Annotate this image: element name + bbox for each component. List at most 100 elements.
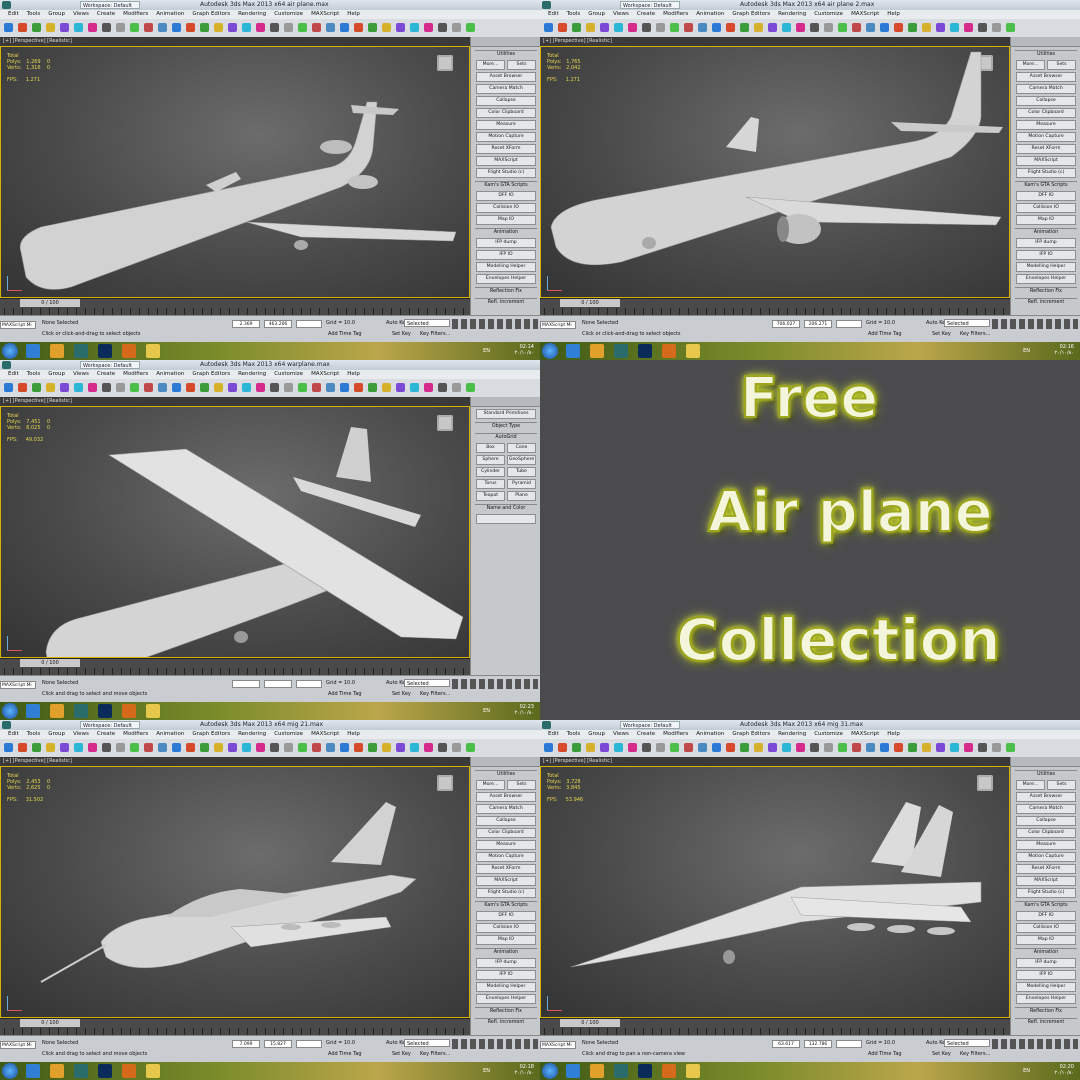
toolbar-icon[interactable] bbox=[466, 743, 475, 752]
toolbar-icon[interactable] bbox=[740, 743, 749, 752]
firefox-icon[interactable] bbox=[662, 1064, 676, 1078]
menu-item[interactable]: Create bbox=[97, 731, 115, 737]
menu-item[interactable]: Modifiers bbox=[663, 731, 688, 737]
toolbar-icon[interactable] bbox=[200, 383, 209, 392]
toolbar-icon[interactable] bbox=[950, 23, 959, 32]
menu-item[interactable]: Rendering bbox=[238, 731, 266, 737]
toolbar-icon[interactable] bbox=[964, 23, 973, 32]
folder-icon[interactable] bbox=[686, 344, 700, 358]
utility-button[interactable]: Reset XForm bbox=[476, 144, 536, 154]
language-indicator[interactable]: EN bbox=[483, 708, 490, 714]
toolbar-icon[interactable] bbox=[838, 23, 847, 32]
helper-button[interactable]: Modelling Helper bbox=[476, 982, 536, 992]
toolbar-icon[interactable] bbox=[270, 383, 279, 392]
folder-icon[interactable] bbox=[686, 1064, 700, 1078]
toolbar-icon[interactable] bbox=[326, 383, 335, 392]
utility-button[interactable]: Flight Studio (c) bbox=[476, 168, 536, 178]
frame-counter[interactable]: 0 / 100 bbox=[20, 1019, 80, 1027]
max-logo-icon[interactable] bbox=[2, 361, 11, 369]
toolbar-icon[interactable] bbox=[312, 743, 321, 752]
playback-controls[interactable] bbox=[452, 1039, 538, 1049]
maxscript-listener[interactable]: MAXScript Mi bbox=[540, 321, 576, 329]
track-bar[interactable] bbox=[4, 308, 466, 315]
menu-item[interactable]: Customize bbox=[814, 731, 843, 737]
toolbar-icon[interactable] bbox=[340, 743, 349, 752]
key-filters-button[interactable]: Key Filters... bbox=[420, 331, 450, 337]
time-slider[interactable]: 0 / 100 bbox=[0, 658, 470, 676]
helper-button[interactable]: Envelopes Helper bbox=[1016, 274, 1076, 284]
utility-button[interactable]: Motion Capture bbox=[476, 132, 536, 142]
toolbar-icon[interactable] bbox=[312, 383, 321, 392]
utility-button[interactable]: Collapse bbox=[476, 96, 536, 106]
toolbar-icon[interactable] bbox=[368, 743, 377, 752]
menu-item[interactable]: Graph Editors bbox=[192, 731, 230, 737]
toolbar-icon[interactable] bbox=[88, 383, 97, 392]
toolbar-icon[interactable] bbox=[1006, 743, 1015, 752]
utility-button[interactable]: Reset XForm bbox=[476, 864, 536, 874]
utility-button[interactable]: Measure bbox=[1016, 840, 1076, 850]
viewport-label[interactable]: [+] [Perspective] [Realistic] bbox=[0, 397, 470, 406]
toolbar-icon[interactable] bbox=[936, 23, 945, 32]
menu-item[interactable]: Tools bbox=[27, 371, 41, 377]
menu-item[interactable]: Graph Editors bbox=[732, 11, 770, 17]
taskbar-clock[interactable]: 02:23 ۲۰/۱۰/۸۰ bbox=[515, 704, 534, 716]
utility-button[interactable]: MAXScript bbox=[476, 876, 536, 886]
viewport-label[interactable]: [+] [Perspective] [Realistic] bbox=[0, 37, 470, 46]
menu-item[interactable]: Animation bbox=[156, 731, 184, 737]
toolbar-icon[interactable] bbox=[298, 383, 307, 392]
toolbar-icon[interactable] bbox=[102, 383, 111, 392]
gta-button[interactable]: Map IO bbox=[476, 935, 536, 945]
menu-item[interactable]: Rendering bbox=[238, 371, 266, 377]
toolbar-icon[interactable] bbox=[572, 743, 581, 752]
toolbar-icon[interactable] bbox=[130, 743, 139, 752]
utility-button[interactable]: Asset Browser bbox=[1016, 792, 1076, 802]
menu-item[interactable]: Views bbox=[73, 731, 89, 737]
primitive-button[interactable]: Pyramid bbox=[507, 479, 536, 489]
playback-controls[interactable] bbox=[992, 1039, 1078, 1049]
toolbar-icon[interactable] bbox=[586, 743, 595, 752]
toolbar-icon[interactable] bbox=[600, 23, 609, 32]
toolbar-icon[interactable] bbox=[558, 743, 567, 752]
toolbar-icon[interactable] bbox=[368, 23, 377, 32]
toolbar-icon[interactable] bbox=[852, 743, 861, 752]
utility-button[interactable]: Camera Match bbox=[1016, 84, 1076, 94]
max-logo-icon[interactable] bbox=[74, 704, 88, 718]
toolbar-icon[interactable] bbox=[256, 23, 265, 32]
menu-item[interactable]: Customize bbox=[274, 371, 303, 377]
menu-item[interactable]: Group bbox=[48, 11, 65, 17]
toolbar-icon[interactable] bbox=[368, 383, 377, 392]
gta-button[interactable]: Map IO bbox=[1016, 935, 1076, 945]
menu-item[interactable]: Animation bbox=[696, 11, 724, 17]
menu-item[interactable]: Modifiers bbox=[663, 11, 688, 17]
toolbar-icon[interactable] bbox=[936, 743, 945, 752]
menu-item[interactable]: Group bbox=[588, 11, 605, 17]
animation-button[interactable]: IFP IO bbox=[1016, 250, 1076, 260]
toolbar-icon[interactable] bbox=[684, 23, 693, 32]
toolbar-icon[interactable] bbox=[284, 743, 293, 752]
utility-button[interactable]: Measure bbox=[476, 120, 536, 130]
workspace-dropdown[interactable]: Workspace: Default bbox=[80, 361, 140, 369]
utility-button[interactable]: Color Clipboard bbox=[476, 828, 536, 838]
utility-button[interactable]: Asset Browser bbox=[476, 72, 536, 82]
toolbar-icon[interactable] bbox=[326, 743, 335, 752]
language-indicator[interactable]: EN bbox=[483, 1068, 490, 1074]
toolbar-icon[interactable] bbox=[382, 383, 391, 392]
toolbar-icon[interactable] bbox=[866, 23, 875, 32]
helper-button[interactable]: Modelling Helper bbox=[1016, 262, 1076, 272]
toolbar-icon[interactable] bbox=[978, 743, 987, 752]
toolbar-icon[interactable] bbox=[354, 23, 363, 32]
z-coordinate-field[interactable] bbox=[296, 680, 322, 688]
animation-button[interactable]: IFP IO bbox=[476, 250, 536, 260]
utility-button[interactable]: MAXScript bbox=[1016, 156, 1076, 166]
utility-button[interactable]: Reset XForm bbox=[1016, 144, 1076, 154]
utility-button[interactable]: Flight Studio (c) bbox=[476, 888, 536, 898]
photoshop-icon[interactable] bbox=[638, 1064, 652, 1078]
toolbar-icon[interactable] bbox=[726, 23, 735, 32]
photoshop-icon[interactable] bbox=[638, 344, 652, 358]
key-selection-dropdown[interactable]: Selected bbox=[404, 679, 450, 687]
z-coordinate-field[interactable] bbox=[836, 1040, 862, 1048]
autogrid-checkbox[interactable]: AutoGrid bbox=[475, 433, 537, 441]
firefox-icon[interactable] bbox=[122, 704, 136, 718]
toolbar-icon[interactable] bbox=[768, 743, 777, 752]
animation-button[interactable]: IFP dump bbox=[1016, 958, 1076, 968]
